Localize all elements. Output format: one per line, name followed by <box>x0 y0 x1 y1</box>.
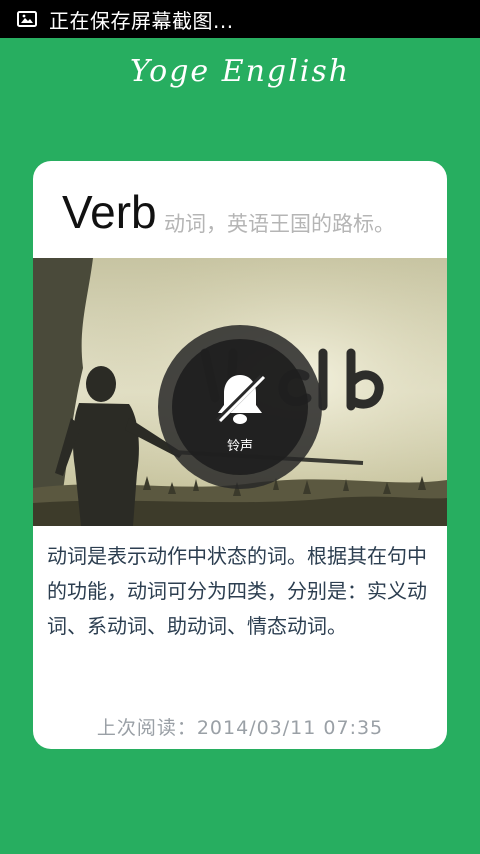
status-bar: 正在保存屏幕截图... <box>0 0 480 38</box>
toast-label: 铃声 <box>226 439 253 454</box>
word-title: Verb <box>62 186 157 238</box>
app-title: Yoge English <box>129 54 351 89</box>
card-header: Verb 动词，英语王国的路标。 <box>33 161 447 258</box>
word-subtitle: 动词，英语王国的路标。 <box>164 212 395 236</box>
bell-muted-icon <box>215 374 266 424</box>
last-read-time: 上次阅读：2014/03/11 07:35 <box>96 717 384 739</box>
word-description: 动词是表示动作中状态的词。根据其在句中的功能，动词可分为四类，分别是：实义动词、… <box>47 544 427 638</box>
screenshot-icon <box>17 11 37 27</box>
volume-toast: 铃声 <box>158 325 322 489</box>
status-text: 正在保存屏幕截图... <box>49 8 234 33</box>
